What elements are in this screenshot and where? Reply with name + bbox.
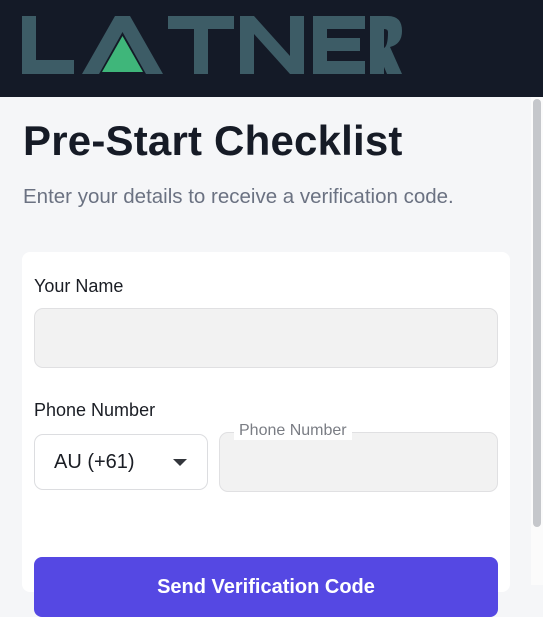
page-subtitle: Enter your details to receive a verifica… <box>23 185 454 208</box>
chevron-down-icon <box>173 459 187 466</box>
name-label: Your Name <box>34 276 124 296</box>
verification-form: Your Name Phone Number AU (+61) Phone Nu… <box>22 252 510 617</box>
phone-number-input[interactable] <box>219 432 498 492</box>
latner-logo <box>22 16 402 74</box>
country-code-value: AU (+61) <box>54 450 135 473</box>
scrollbar-thumb[interactable] <box>533 99 541 527</box>
phone-label: Phone Number <box>34 400 156 420</box>
app-header <box>0 0 543 97</box>
name-input[interactable] <box>34 308 498 368</box>
phone-number-floating-label: Phone Number <box>234 422 352 440</box>
scrollbar[interactable] <box>531 97 543 585</box>
send-verification-code-button[interactable]: Send Verification Code <box>34 557 498 617</box>
country-code-select[interactable]: AU (+61) <box>34 434 208 490</box>
main-content: Pre-Start Checklist Enter your details t… <box>0 97 530 617</box>
page-title: Pre-Start Checklist <box>23 117 403 164</box>
